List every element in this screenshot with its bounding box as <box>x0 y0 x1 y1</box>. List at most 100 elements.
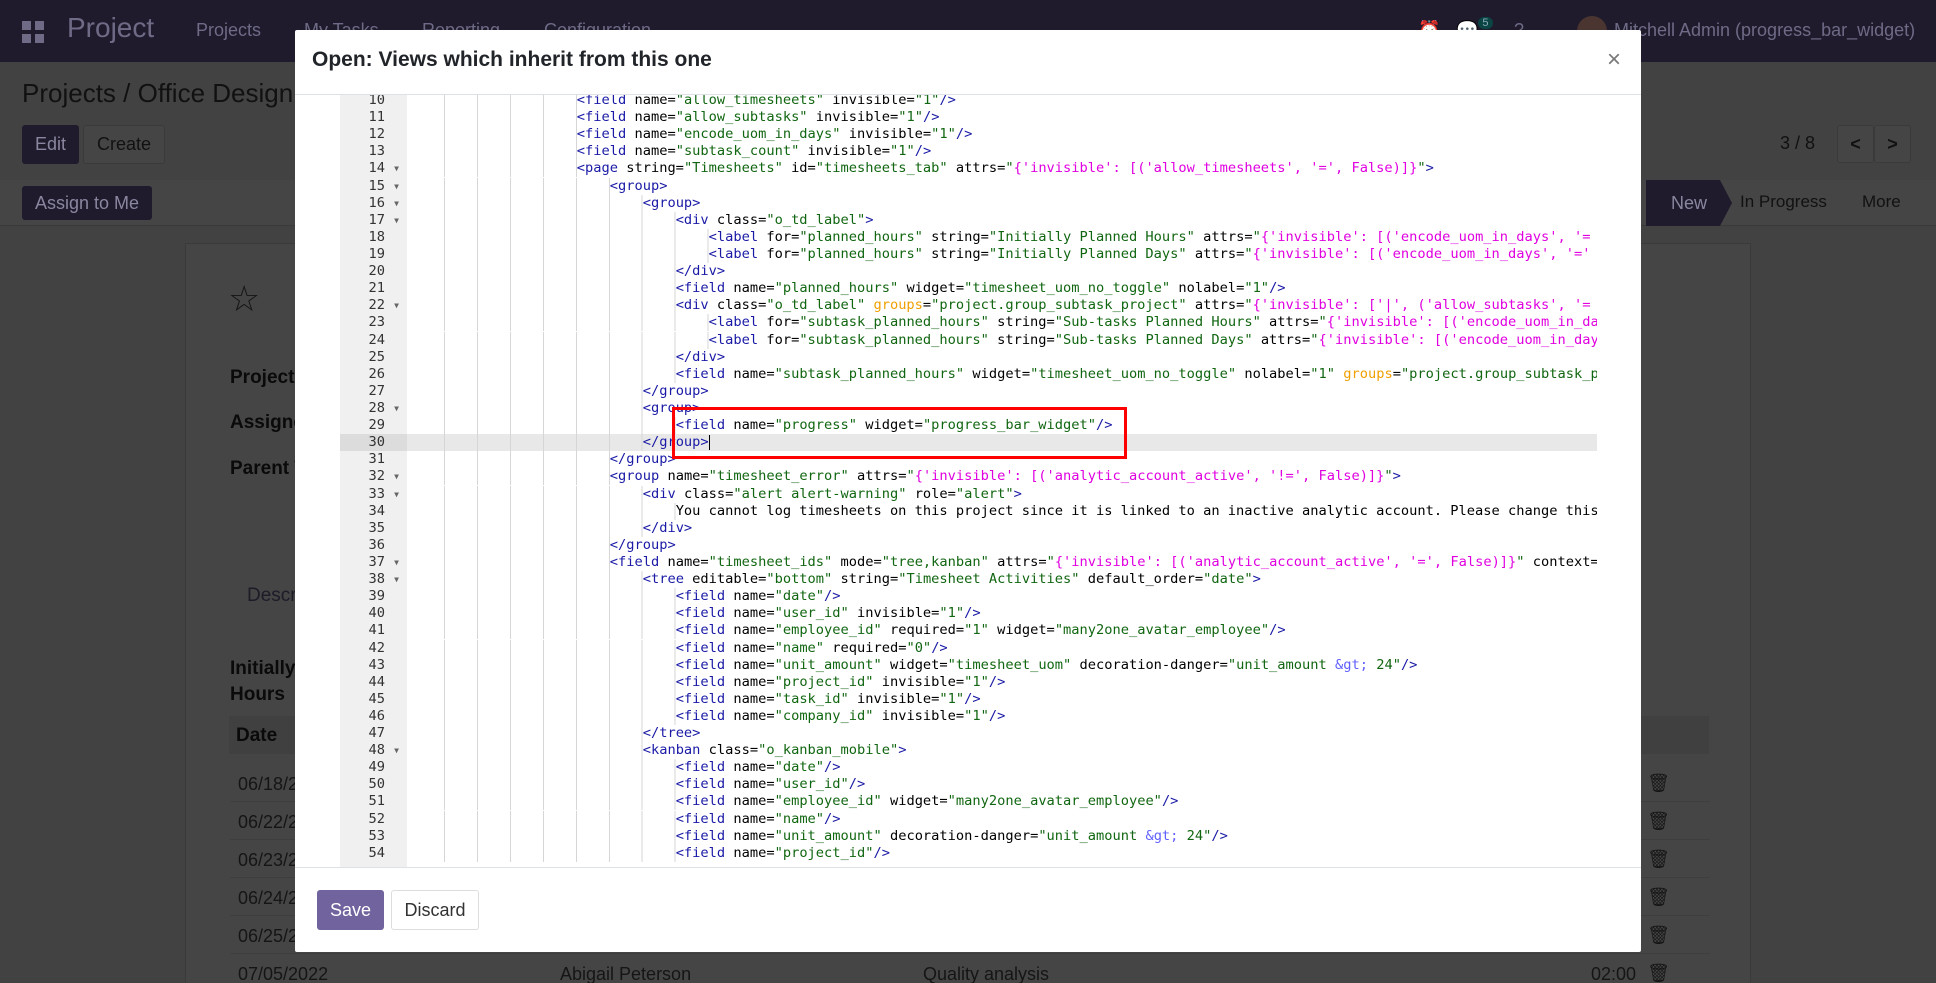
fold-arrow-icon[interactable]: ▼ <box>394 486 399 503</box>
code-token: <field <box>675 639 726 656</box>
edit-button[interactable]: Edit <box>22 125 79 164</box>
code-line[interactable]: 40 <field name="user_id" invisible="1"/> <box>340 605 1597 623</box>
code-line[interactable]: 33 ▼ <div class="alert alert-warning" role… <box>340 485 1597 503</box>
code-token: required= <box>881 622 965 639</box>
code-line[interactable]: 41 <field name="employee_id" required="1"… <box>340 622 1597 640</box>
code-line[interactable]: 27 </group> <box>340 382 1597 400</box>
code-line[interactable]: 46 <field name="company_id" invisible="1"… <box>340 707 1597 726</box>
code-line[interactable]: 16 ▼ <group> <box>340 194 1597 212</box>
code-line[interactable]: 23 <label for="subtask_planned_hours" str… <box>340 314 1597 332</box>
code-line[interactable]: 12 <field name="encode_uom_in_days" invis… <box>340 126 1597 144</box>
indent-guide <box>412 502 676 520</box>
assign-to-me-button[interactable]: Assign to Me <box>22 186 152 220</box>
fold-arrow-icon[interactable]: ▼ <box>394 400 399 417</box>
code-line[interactable]: 25 </div> <box>340 348 1597 366</box>
code-line[interactable]: 42 <field name="name" required="0"/> <box>340 639 1597 657</box>
tab-description[interactable]: Descr <box>247 585 297 607</box>
code-line[interactable]: 34 You cannot log timesheets on this proj… <box>340 502 1597 520</box>
fold-arrow-icon[interactable]: ▼ <box>394 195 399 212</box>
code-line[interactable]: 43 <field name="unit_amount" widget="time… <box>340 656 1597 674</box>
code-token: "unit_amount" <box>774 656 882 673</box>
code-line[interactable]: 26 <field name="subtask_planned_hours" wi… <box>340 365 1597 383</box>
code-token: "1" <box>914 95 940 108</box>
code-text: <tree editable="bottom" string="Timeshee… <box>407 571 1261 589</box>
code-line[interactable]: 21 <field name="planned_hours" widget="ti… <box>340 280 1597 298</box>
code-line[interactable]: 24 <label for="subtask_planned_hours" str… <box>340 331 1597 349</box>
code-editor[interactable]: 10 <field name="allow_timesheets" invisib… <box>340 95 1597 867</box>
table-row[interactable]: 07/05/2022 Abigail Peterson Quality analys… <box>230 954 1710 983</box>
fold-arrow-icon[interactable]: ▼ <box>394 160 399 177</box>
trash-icon[interactable]: 🗑 <box>1647 773 1670 794</box>
cell-date: 06/25/2 <box>238 926 299 946</box>
code-line[interactable]: 10 <field name="allow_timesheets" invisib… <box>340 95 1597 110</box>
trash-icon[interactable]: 🗑 <box>1647 887 1670 908</box>
code-token: invisible= <box>807 109 899 126</box>
user-menu[interactable]: Mitchell Admin (progress_bar_widget) <box>1614 20 1915 41</box>
fold-arrow-icon[interactable]: ▼ <box>394 571 399 588</box>
code-line[interactable]: 47 </tree> <box>340 725 1597 743</box>
breadcrumb[interactable]: Projects / Office Design / <box>22 78 308 109</box>
code-line[interactable]: 50 <field name="user_id"/> <box>340 776 1597 794</box>
code-line[interactable]: 20 </div> <box>340 263 1597 281</box>
trash-icon[interactable]: 🗑 <box>1647 963 1670 983</box>
pager-previous-icon[interactable]: < <box>1837 125 1874 163</box>
code-line[interactable]: 48 ▼ <kanban class="o_kanban_mobile"> <box>340 742 1597 760</box>
line-number: 27 <box>340 382 407 400</box>
code-token: string= <box>922 228 989 245</box>
code-line[interactable]: 37 ▼ <field name="timesheet_ids" mode="tre… <box>340 553 1597 572</box>
code-line[interactable]: 51 <field name="employee_id" widget="many… <box>340 793 1597 811</box>
code-line[interactable]: 45 <field name="task_id" invisible="1"/> <box>340 690 1597 708</box>
indent-guide <box>412 228 709 246</box>
code-line[interactable]: 53 <field name="unit_amount" decoration-d… <box>340 827 1597 845</box>
stage-new[interactable]: New <box>1646 180 1732 226</box>
menu-projects[interactable]: Projects <box>196 20 261 41</box>
code-line[interactable]: 38 ▼ <tree editable="bottom" string="Times… <box>340 571 1597 589</box>
code-token: "Initially Planned Days" <box>988 245 1187 262</box>
indent-guide <box>412 519 643 537</box>
code-line[interactable]: 11 <field name="allow_subtasks" invisible… <box>340 109 1597 127</box>
fold-arrow-icon[interactable]: ▼ <box>394 742 399 759</box>
code-line[interactable]: 32 ▼ <group name="timesheet_error" attrs="… <box>340 468 1597 486</box>
code-line[interactable]: 39 <field name="date"/> <box>340 588 1597 606</box>
indent-guide <box>412 793 676 811</box>
code-line[interactable]: 19 <label for="planned_hours" string="Ini… <box>340 245 1597 264</box>
apps-menu-icon[interactable] <box>22 21 44 43</box>
trash-icon[interactable]: 🗑 <box>1647 811 1670 832</box>
code-line[interactable]: 44 <field name="project_id" invisible="1"… <box>340 673 1597 691</box>
code-token: /> <box>873 844 890 861</box>
fold-arrow-icon[interactable]: ▼ <box>394 468 399 485</box>
code-token: required= <box>824 639 907 656</box>
stage-in-progress[interactable]: In Progress <box>1740 192 1827 212</box>
trash-icon[interactable]: 🗑 <box>1647 925 1670 946</box>
close-icon[interactable]: × <box>1607 46 1621 74</box>
code-token: name= <box>725 690 775 707</box>
code-token: name= <box>626 126 676 143</box>
code-line[interactable]: 14 ▼ <page string="Timesheets" id="timeshe… <box>340 160 1597 178</box>
fold-arrow-icon[interactable]: ▼ <box>394 178 399 195</box>
save-button[interactable]: Save <box>317 890 384 930</box>
code-line[interactable]: 15 ▼ <group> <box>340 177 1597 195</box>
code-line[interactable]: 18 <label for="planned_hours" string="Ini… <box>340 228 1597 246</box>
fold-arrow-icon[interactable]: ▼ <box>394 212 399 229</box>
code-line[interactable]: 13 <field name="subtask_count" invisible=… <box>340 143 1597 161</box>
code-line[interactable]: 54 <field name="project_id"/> <box>340 844 1597 862</box>
code-line[interactable]: 35 </div> <box>340 519 1597 537</box>
app-name: Project <box>67 12 155 43</box>
code-text: </div> <box>407 519 692 537</box>
column-date[interactable]: Date <box>236 725 277 747</box>
code-line[interactable]: 36 </group> <box>340 536 1597 554</box>
star-icon[interactable]: ☆ <box>228 278 260 320</box>
code-line[interactable]: 52 <field name="name"/> <box>340 810 1597 828</box>
code-token: " <box>1318 314 1327 331</box>
pager-next-icon[interactable]: > <box>1874 125 1911 163</box>
trash-icon[interactable]: 🗑 <box>1647 849 1670 870</box>
code-token: <div <box>675 297 709 314</box>
code-line[interactable]: 49 <field name="date"/> <box>340 759 1597 777</box>
stage-more[interactable]: More <box>1862 192 1901 212</box>
code-line[interactable]: 22 ▼ <div class="o_td_label" groups="proje… <box>340 297 1597 315</box>
fold-arrow-icon[interactable]: ▼ <box>394 297 399 314</box>
fold-arrow-icon[interactable]: ▼ <box>394 554 399 571</box>
create-button[interactable]: Create <box>83 125 165 164</box>
code-line[interactable]: 17 ▼ <div class="o_td_label"> <box>340 211 1597 229</box>
discard-button[interactable]: Discard <box>391 890 479 930</box>
